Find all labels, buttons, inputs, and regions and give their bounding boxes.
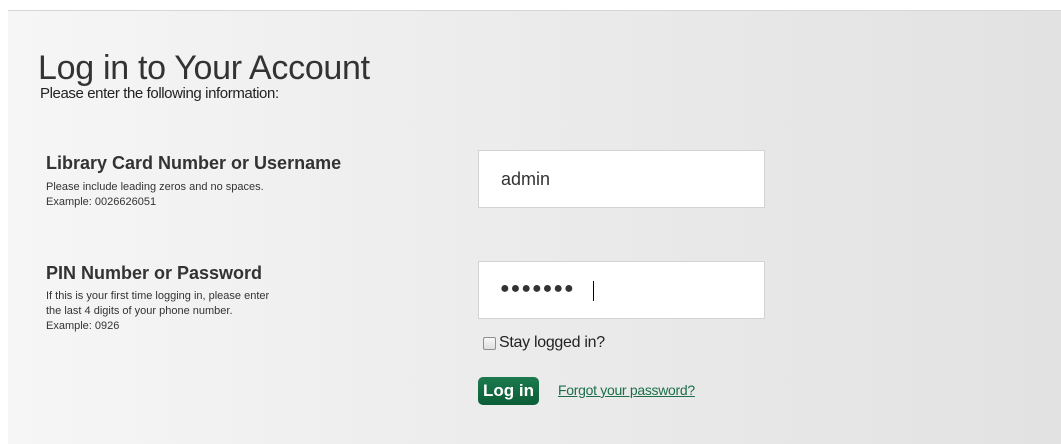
- password-hint-line1: If this is your first time logging in, p…: [46, 290, 270, 302]
- username-label: Library Card Number or Username: [46, 153, 342, 173]
- page-subtitle: Please enter the following information:: [40, 85, 279, 102]
- page-title: Log in to Your Account: [38, 49, 370, 87]
- password-masked-value: ●●●●●●●: [500, 280, 575, 297]
- password-input[interactable]: ●●●●●●●: [478, 261, 765, 319]
- forgot-password-link[interactable]: Forgot your password?: [558, 382, 695, 398]
- stay-logged-in-row[interactable]: Stay logged in?: [483, 333, 605, 353]
- username-hint-line1: Please include leading zeros and no spac…: [46, 181, 264, 193]
- stay-logged-in-checkbox[interactable]: [483, 336, 496, 350]
- password-label: PIN Number or Password: [46, 263, 263, 283]
- password-hint-line2: the last 4 digits of your phone number.: [46, 305, 233, 317]
- stay-logged-in-label[interactable]: Stay logged in?: [499, 334, 605, 352]
- password-hint-example: Example: 0926: [46, 320, 120, 332]
- username-hint-example: Example: 0026626051: [46, 196, 157, 208]
- login-button[interactable]: Log in: [478, 377, 539, 405]
- text-caret: [593, 281, 594, 301]
- username-input[interactable]: [478, 150, 765, 208]
